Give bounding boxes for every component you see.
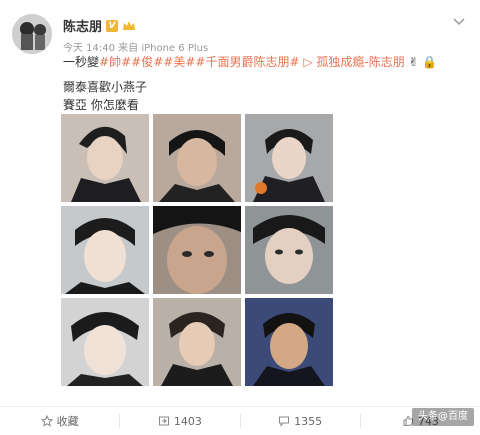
favorite-button[interactable]: 收藏	[0, 407, 119, 435]
favorite-label: 收藏	[56, 415, 79, 428]
verified-icon: V	[106, 19, 119, 32]
repost-count: 1403	[173, 414, 202, 428]
hashtag-qianmian[interactable]: #千面男爵陈志朋#	[195, 55, 299, 69]
line1-prefix: 一秒變	[63, 55, 100, 69]
watermark: 头条@百度	[412, 408, 474, 426]
hashtag-jun[interactable]: #俊#	[131, 55, 163, 69]
photo-5[interactable]	[153, 206, 241, 294]
photo-8[interactable]	[153, 298, 241, 386]
avatar-image	[12, 14, 52, 54]
post-meta: 今天 14:40 来自 iPhone 6 Plus	[63, 43, 209, 54]
comment-icon	[279, 416, 290, 427]
repost-icon	[158, 416, 169, 426]
comment-count: 1355	[294, 414, 323, 428]
author-name[interactable]: 陈志朋	[63, 16, 102, 35]
photo-6[interactable]	[245, 206, 333, 294]
photo-2[interactable]	[153, 114, 241, 202]
photo-9[interactable]	[245, 298, 333, 386]
action-bar: 收藏 1403 1355 743	[0, 406, 480, 435]
repost-button[interactable]: 1403	[120, 407, 239, 435]
comment-button[interactable]: 1355	[241, 407, 360, 435]
post-text-line2: 爾泰喜歡小燕子	[63, 80, 148, 94]
vip-crown-icon	[123, 20, 136, 30]
post-text-line3: 賽亞 你怎麼看	[63, 98, 139, 112]
hashtag-shuai[interactable]: #帥#	[99, 55, 131, 69]
weibo-post-card: 陈志朋 V 今天 14:40 来自 iPhone 6 Plus 一秒變#帥##俊…	[0, 0, 480, 434]
avatar[interactable]	[12, 14, 52, 54]
photo-3[interactable]	[245, 114, 333, 202]
photo-grid	[61, 114, 333, 386]
post-text-line1: 一秒變#帥##俊##美##千面男爵陈志朋# ▷ 孤独成瘾-陈志朋 ✌ 🔒	[63, 55, 437, 69]
photo-4[interactable]	[61, 206, 149, 294]
photo-7[interactable]	[61, 298, 149, 386]
star-icon	[40, 415, 53, 427]
line1-suffix: ✌ 🔒	[408, 55, 438, 69]
music-link[interactable]: ▷ 孤独成瘾-陈志朋	[303, 55, 404, 69]
hashtag-mei[interactable]: #美#	[163, 55, 195, 69]
photo-1[interactable]	[61, 114, 149, 202]
chevron-down-icon[interactable]	[452, 14, 466, 28]
